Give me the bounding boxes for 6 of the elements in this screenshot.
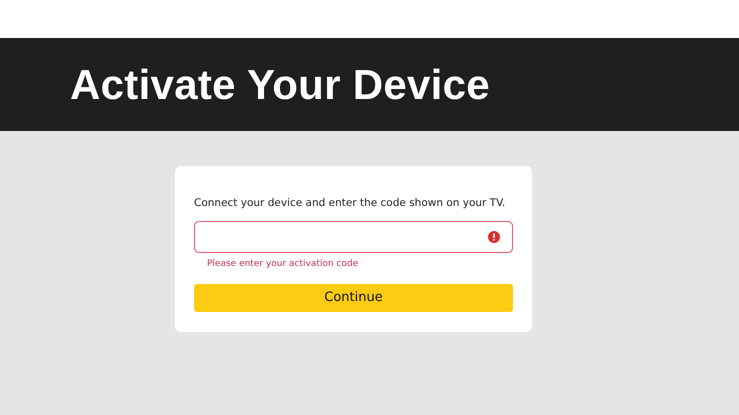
code-input-field[interactable]: [194, 220, 513, 253]
error-icon: [488, 230, 500, 243]
instruction-text: Connect your device and enter the code shown on your TV.: [194, 196, 506, 211]
error-message: Please enter your activation code: [207, 258, 360, 271]
page-title: Activate Your Device: [70, 64, 490, 106]
continue-button[interactable]: Continue: [194, 284, 513, 312]
